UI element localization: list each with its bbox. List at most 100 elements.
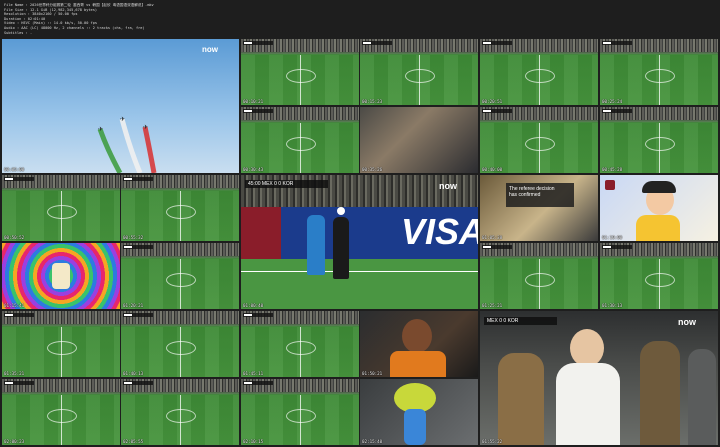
thumbnail-19[interactable]: 01:35:21 — [2, 311, 120, 377]
throw-in-thumbnail[interactable]: 01:00:40 VISA 45:00 MEX 0 0 KOR now — [241, 175, 478, 309]
jets-flyover-thumbnail[interactable]: 00:05:00 ✈ ✈ ✈ now — [2, 39, 239, 173]
subtitle-info: Subtitles : - — [4, 30, 33, 35]
pitch — [241, 259, 478, 309]
player-face — [402, 319, 432, 353]
bench-player-right — [640, 341, 680, 445]
center-circle — [525, 136, 555, 151]
referee — [307, 215, 325, 275]
mascot-body — [404, 409, 426, 445]
center-circle — [286, 408, 316, 423]
thumbnail-3[interactable]: 00:15:23 — [360, 39, 478, 105]
timestamp: 01:05:38 — [482, 235, 503, 240]
timestamp: 00:10:21 — [243, 99, 264, 104]
center-circle — [645, 272, 675, 287]
center-circle — [47, 204, 77, 219]
score-bug — [602, 41, 632, 45]
player-selfie-thumbnail[interactable]: 00:35:26 — [360, 107, 478, 173]
timestamp: 00:05:00 — [4, 167, 25, 172]
thumbnail-21[interactable]: 01:45:11 — [241, 311, 359, 377]
score-bug — [4, 313, 34, 317]
score-bug — [243, 313, 273, 317]
timestamp: 02:15:40 — [362, 439, 383, 444]
timestamp: 02:05:55 — [123, 439, 144, 444]
var-replay-thumbnail[interactable]: 01:05:38 The referee decision has confirme… — [480, 175, 598, 241]
timestamp: 00:55:32 — [123, 235, 144, 240]
thumbnail-20[interactable]: 01:40:13 — [121, 311, 239, 377]
cartoon-body — [636, 215, 680, 241]
thumbnail-17[interactable]: 01:25:21 — [480, 243, 598, 309]
score-bug — [602, 245, 632, 249]
cartoon-hair — [642, 181, 676, 193]
timestamp: 00:25:24 — [602, 99, 623, 104]
thumbnail-18[interactable]: 01:30:13 — [600, 243, 718, 309]
timestamp: 01:20:21 — [123, 303, 144, 308]
timestamp: 00:45:28 — [602, 167, 623, 172]
thumbnail-26[interactable]: 02:10:15 — [241, 379, 359, 445]
coach-face — [570, 329, 604, 367]
score-bug: 45:00 MEX 0 0 KOR — [245, 180, 328, 188]
var-message: The referee decision has confirmed — [506, 183, 574, 207]
score-bug — [123, 245, 153, 249]
svg-text:✈: ✈ — [98, 126, 103, 133]
score-bug — [243, 381, 273, 385]
score-bug — [482, 109, 512, 113]
center-circle — [286, 68, 316, 83]
center-circle — [47, 408, 77, 423]
score-bug — [362, 41, 392, 45]
ball — [337, 207, 345, 215]
thumbnail-24[interactable]: 02:00:23 — [2, 379, 120, 445]
timestamp: 01:35:21 — [4, 371, 25, 376]
player — [333, 217, 349, 279]
thumbnail-11[interactable]: 00:55:32 — [121, 175, 239, 241]
timestamp: 00:40:00 — [482, 167, 503, 172]
fifa-badge — [605, 180, 615, 190]
thumbnail-16[interactable]: 01:20:21 — [121, 243, 239, 309]
fifa-logo — [52, 263, 70, 289]
file-info-header: File Name : 2026世界杯分组赛第二轮 墨西哥 vs 韩国【赵欣 粤… — [4, 3, 334, 35]
center-circle — [166, 204, 196, 219]
timestamp: 00:30:43 — [243, 167, 264, 172]
broadcaster-logo: now — [202, 45, 218, 54]
thumbnail-6[interactable]: 00:30:43 — [241, 107, 359, 173]
timestamp: 01:50:21 — [362, 371, 383, 376]
ad-board-left — [241, 207, 281, 259]
score-bug — [243, 109, 273, 113]
center-circle — [286, 136, 316, 151]
coach-bench-thumbnail[interactable]: 01:55:22 MEX 0 0 KOR now — [480, 311, 718, 445]
thumbnail-25[interactable]: 02:05:55 — [121, 379, 239, 445]
timestamp: 00:35:26 — [362, 167, 383, 172]
score-bug — [602, 109, 632, 113]
broadcaster-logo: now — [439, 181, 457, 191]
score-bug — [482, 245, 512, 249]
score-bug — [4, 381, 34, 385]
touchline — [241, 271, 478, 272]
fifa-ident-thumbnail[interactable]: 01:15:41 — [2, 243, 120, 309]
score-bug — [123, 177, 153, 181]
thumbnail-5[interactable]: 00:25:24 — [600, 39, 718, 105]
thumbnail-8[interactable]: 00:40:00 — [480, 107, 598, 173]
center-circle — [525, 272, 555, 287]
score-bug — [4, 177, 34, 181]
score-bug — [123, 381, 153, 385]
thumbnail-10[interactable]: 00:50:52 — [2, 175, 120, 241]
center-circle — [166, 272, 196, 287]
center-circle — [166, 408, 196, 423]
svg-text:✈: ✈ — [120, 116, 125, 123]
mascot-thumbnail[interactable]: 02:15:40 — [360, 379, 478, 445]
coach-shirt — [556, 363, 620, 445]
thumbnail-2[interactable]: 00:10:21 — [241, 39, 359, 105]
timestamp: 01:55:22 — [482, 439, 503, 444]
score-bug — [243, 41, 273, 45]
center-circle — [645, 136, 675, 151]
timestamp: 02:00:23 — [4, 439, 25, 444]
thumbnail-9[interactable]: 00:45:28 — [600, 107, 718, 173]
cartoon-thumbnail[interactable]: 01:10:00 — [600, 175, 718, 241]
timestamp: 01:10:00 — [602, 235, 623, 240]
center-circle — [166, 340, 196, 355]
center-circle — [645, 68, 675, 83]
player-closeup-thumbnail[interactable]: 01:50:21 — [360, 311, 478, 377]
thumbnail-4[interactable]: 00:20:51 — [480, 39, 598, 105]
timestamp: 02:10:15 — [243, 439, 264, 444]
score-bug: MEX 0 0 KOR — [484, 317, 557, 325]
staff-member — [688, 349, 716, 445]
